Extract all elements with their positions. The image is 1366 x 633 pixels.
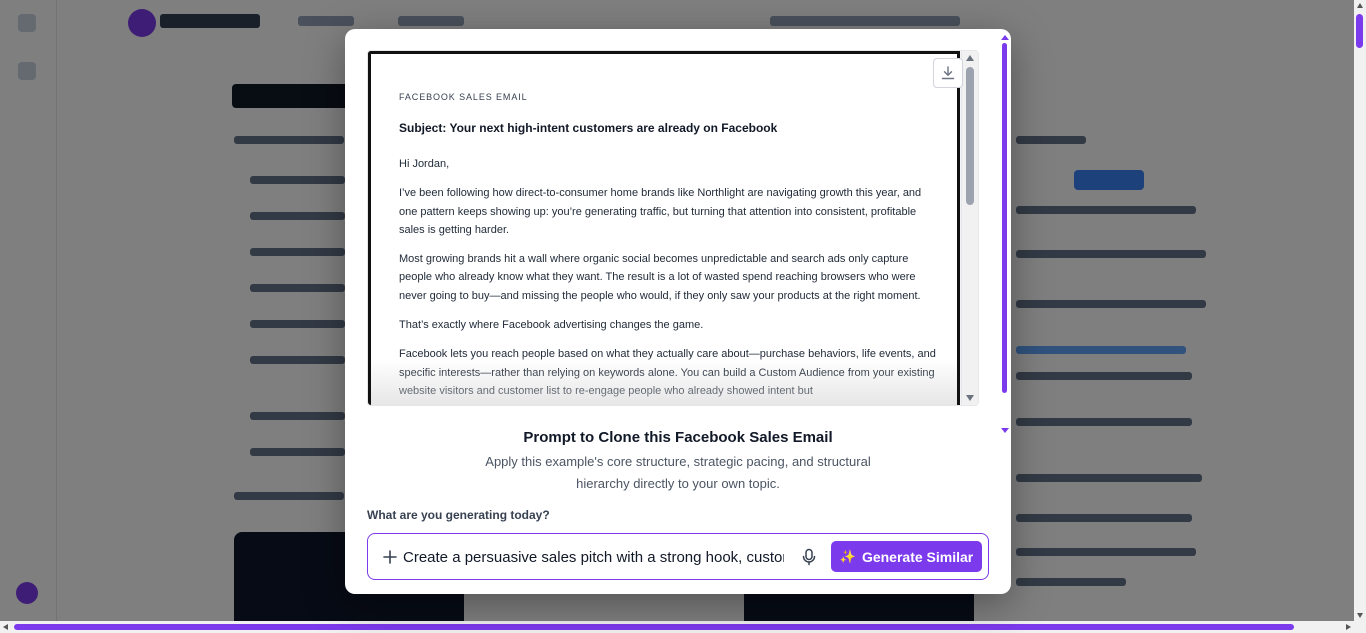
scroll-up-arrow-icon[interactable] [1357,3,1363,8]
clone-prompt-title: Prompt to Clone this Facebook Sales Emai… [523,429,833,446]
email-paragraph: Facebook lets you reach people based on … [399,348,936,397]
download-button[interactable] [933,58,963,88]
document-eyebrow: FACEBOOK SALES EMAIL [399,92,528,102]
email-greeting: Hi Jordan, [399,158,450,170]
plus-icon [383,550,397,564]
download-icon [941,66,955,80]
prompt-input[interactable] [403,546,784,568]
email-paragraph: I’ve been following how direct-to-consum… [399,187,922,236]
scroll-down-arrow-icon[interactable] [1357,613,1363,618]
sparkle-icon: ✨ [839,548,856,564]
scrollbar-thumb[interactable] [14,624,1294,630]
microphone-icon [802,548,816,566]
prompt-input-label: What are you generating today? [367,508,550,522]
email-paragraph: That’s exactly where Facebook advertisin… [399,319,704,332]
preview-scrollbar[interactable] [961,51,978,405]
voice-input-button[interactable] [798,546,820,568]
email-paragraph: Most growing brands hit a wall where org… [399,253,921,302]
page-horizontal-scrollbar[interactable] [0,621,1366,633]
email-preview-frame: FACEBOOK SALES EMAIL Subject: Your next … [367,50,979,406]
prompt-composer: ✨ Generate Similar [367,533,989,580]
scrollbar-thumb[interactable] [1002,43,1007,393]
scroll-right-arrow-icon[interactable] [1346,624,1351,630]
scrollbar-thumb[interactable] [966,67,974,205]
attach-button[interactable] [379,546,401,568]
modal-scrollbar[interactable] [1001,35,1009,433]
scroll-up-arrow-icon[interactable] [1001,35,1009,40]
scrollbar-thumb[interactable] [1356,14,1363,48]
scroll-down-arrow-icon[interactable] [966,395,974,401]
email-subject: Subject: Your next high-intent customers… [399,121,778,135]
clone-prompt-modal: FACEBOOK SALES EMAIL Subject: Your next … [345,29,1011,594]
page-vertical-scrollbar[interactable] [1354,0,1366,621]
scroll-left-arrow-icon[interactable] [3,624,8,630]
generate-similar-button[interactable]: ✨ Generate Similar [831,541,982,572]
email-document: FACEBOOK SALES EMAIL Subject: Your next … [368,51,960,405]
scroll-up-arrow-icon[interactable] [966,55,974,61]
generate-button-label: Generate Similar [861,548,974,565]
clone-prompt-description: Apply this example's core structure, str… [485,454,871,491]
